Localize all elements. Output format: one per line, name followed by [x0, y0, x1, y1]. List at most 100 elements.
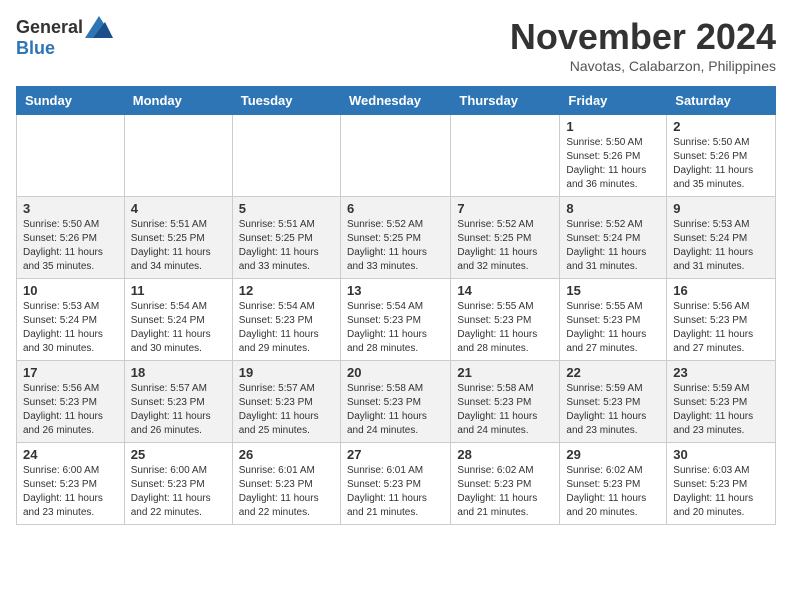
day-info: Sunrise: 6:02 AM Sunset: 5:23 PM Dayligh…: [457, 464, 553, 520]
day-info: Sunrise: 5:52 AM Sunset: 5:25 PM Dayligh…: [457, 218, 553, 274]
day-info: Sunrise: 5:55 AM Sunset: 5:23 PM Dayligh…: [566, 300, 660, 356]
calendar-cell: 17 Sunrise: 5:56 AM Sunset: 5:23 PM Dayli…: [17, 361, 125, 443]
calendar-cell: 19 Sunrise: 5:57 AM Sunset: 5:23 PM Dayli…: [232, 361, 340, 443]
weekday-thursday: Thursday: [451, 87, 560, 115]
day-number: 14: [457, 283, 553, 298]
calendar-cell: 18Sunrise: 5:57 AM Sunset: 5:23 PM Dayli…: [124, 361, 232, 443]
day-info: Sunrise: 6:03 AM Sunset: 5:23 PM Dayligh…: [673, 464, 769, 520]
day-number: 27: [347, 447, 444, 462]
logo-general-text: General: [16, 17, 83, 38]
day-number: 4: [131, 201, 226, 216]
calendar-cell: 27 Sunrise: 6:01 AM Sunset: 5:23 PM Dayli…: [340, 443, 450, 525]
calendar-cell: [124, 115, 232, 197]
day-number: 28: [457, 447, 553, 462]
day-info: Sunrise: 5:50 AM Sunset: 5:26 PM Dayligh…: [566, 136, 660, 192]
day-info: Sunrise: 5:50 AM Sunset: 5:26 PM Dayligh…: [23, 218, 118, 274]
calendar-cell: 7 Sunrise: 5:52 AM Sunset: 5:25 PM Daylig…: [451, 197, 560, 279]
calendar-cell: 10 Sunrise: 5:53 AM Sunset: 5:24 PM Dayli…: [17, 279, 125, 361]
calendar-cell: 4 Sunrise: 5:51 AM Sunset: 5:25 PM Daylig…: [124, 197, 232, 279]
weekday-header-row: SundayMondayTuesdayWednesdayThursdayFrid…: [17, 87, 776, 115]
calendar-cell: 1 Sunrise: 5:50 AM Sunset: 5:26 PM Daylig…: [560, 115, 667, 197]
day-info: Sunrise: 6:01 AM Sunset: 5:23 PM Dayligh…: [239, 464, 334, 520]
day-info: Sunrise: 5:54 AM Sunset: 5:24 PM Dayligh…: [131, 300, 226, 356]
day-info: Sunrise: 6:00 AM Sunset: 5:23 PM Dayligh…: [131, 464, 226, 520]
day-number: 13: [347, 283, 444, 298]
day-number: 24: [23, 447, 118, 462]
calendar-table: SundayMondayTuesdayWednesdayThursdayFrid…: [16, 86, 776, 525]
day-number: 17: [23, 365, 118, 380]
day-info: Sunrise: 5:58 AM Sunset: 5:23 PM Dayligh…: [457, 382, 553, 438]
day-number: 8: [566, 201, 660, 216]
day-number: 11: [131, 283, 226, 298]
logo-blue-text: Blue: [16, 38, 55, 59]
day-info: Sunrise: 5:50 AM Sunset: 5:26 PM Dayligh…: [673, 136, 769, 192]
calendar-cell: [340, 115, 450, 197]
day-number: 19: [239, 365, 334, 380]
calendar-cell: 24 Sunrise: 6:00 AM Sunset: 5:23 PM Dayli…: [17, 443, 125, 525]
day-number: 7: [457, 201, 553, 216]
calendar-cell: 12 Sunrise: 5:54 AM Sunset: 5:23 PM Dayli…: [232, 279, 340, 361]
day-number: 15: [566, 283, 660, 298]
day-info: Sunrise: 6:02 AM Sunset: 5:23 PM Dayligh…: [566, 464, 660, 520]
calendar-cell: 30Sunrise: 6:03 AM Sunset: 5:23 PM Dayli…: [667, 443, 776, 525]
calendar-body: 1 Sunrise: 5:50 AM Sunset: 5:26 PM Daylig…: [17, 115, 776, 525]
title-block: November 2024 Navotas, Calabarzon, Phili…: [510, 16, 776, 74]
day-info: Sunrise: 5:54 AM Sunset: 5:23 PM Dayligh…: [347, 300, 444, 356]
day-info: Sunrise: 5:51 AM Sunset: 5:25 PM Dayligh…: [131, 218, 226, 274]
day-number: 22: [566, 365, 660, 380]
day-info: Sunrise: 5:56 AM Sunset: 5:23 PM Dayligh…: [23, 382, 118, 438]
day-number: 2: [673, 119, 769, 134]
day-number: 3: [23, 201, 118, 216]
calendar-cell: 21Sunrise: 5:58 AM Sunset: 5:23 PM Dayli…: [451, 361, 560, 443]
calendar-week-5: 24 Sunrise: 6:00 AM Sunset: 5:23 PM Dayli…: [17, 443, 776, 525]
weekday-monday: Monday: [124, 87, 232, 115]
day-info: Sunrise: 5:53 AM Sunset: 5:24 PM Dayligh…: [673, 218, 769, 274]
calendar-week-1: 1 Sunrise: 5:50 AM Sunset: 5:26 PM Daylig…: [17, 115, 776, 197]
day-info: Sunrise: 5:59 AM Sunset: 5:23 PM Dayligh…: [673, 382, 769, 438]
calendar-cell: 6 Sunrise: 5:52 AM Sunset: 5:25 PM Daylig…: [340, 197, 450, 279]
calendar-cell: 9 Sunrise: 5:53 AM Sunset: 5:24 PM Daylig…: [667, 197, 776, 279]
calendar-week-3: 10 Sunrise: 5:53 AM Sunset: 5:24 PM Dayli…: [17, 279, 776, 361]
calendar-cell: 3 Sunrise: 5:50 AM Sunset: 5:26 PM Daylig…: [17, 197, 125, 279]
month-title: November 2024: [510, 16, 776, 58]
day-number: 5: [239, 201, 334, 216]
calendar-cell: 28 Sunrise: 6:02 AM Sunset: 5:23 PM Dayli…: [451, 443, 560, 525]
calendar-week-2: 3 Sunrise: 5:50 AM Sunset: 5:26 PM Daylig…: [17, 197, 776, 279]
calendar-header: SundayMondayTuesdayWednesdayThursdayFrid…: [17, 87, 776, 115]
day-number: 9: [673, 201, 769, 216]
day-info: Sunrise: 5:52 AM Sunset: 5:25 PM Dayligh…: [347, 218, 444, 274]
day-number: 25: [131, 447, 226, 462]
weekday-wednesday: Wednesday: [340, 87, 450, 115]
calendar-cell: 26 Sunrise: 6:01 AM Sunset: 5:23 PM Dayli…: [232, 443, 340, 525]
day-number: 26: [239, 447, 334, 462]
day-info: Sunrise: 6:01 AM Sunset: 5:23 PM Dayligh…: [347, 464, 444, 520]
weekday-friday: Friday: [560, 87, 667, 115]
calendar-cell: 2 Sunrise: 5:50 AM Sunset: 5:26 PM Daylig…: [667, 115, 776, 197]
calendar-cell: [17, 115, 125, 197]
weekday-saturday: Saturday: [667, 87, 776, 115]
day-number: 18: [131, 365, 226, 380]
calendar-cell: 16Sunrise: 5:56 AM Sunset: 5:23 PM Dayli…: [667, 279, 776, 361]
day-number: 6: [347, 201, 444, 216]
calendar-cell: 15 Sunrise: 5:55 AM Sunset: 5:23 PM Dayli…: [560, 279, 667, 361]
calendar-cell: 8 Sunrise: 5:52 AM Sunset: 5:24 PM Daylig…: [560, 197, 667, 279]
weekday-tuesday: Tuesday: [232, 87, 340, 115]
day-number: 12: [239, 283, 334, 298]
day-info: Sunrise: 6:00 AM Sunset: 5:23 PM Dayligh…: [23, 464, 118, 520]
day-number: 29: [566, 447, 660, 462]
day-number: 20: [347, 365, 444, 380]
day-info: Sunrise: 5:54 AM Sunset: 5:23 PM Dayligh…: [239, 300, 334, 356]
calendar-cell: [451, 115, 560, 197]
calendar-cell: 5Sunrise: 5:51 AM Sunset: 5:25 PM Daylig…: [232, 197, 340, 279]
logo: General Blue: [16, 16, 113, 59]
day-number: 1: [566, 119, 660, 134]
calendar-cell: 23 Sunrise: 5:59 AM Sunset: 5:23 PM Dayli…: [667, 361, 776, 443]
day-number: 23: [673, 365, 769, 380]
day-info: Sunrise: 5:57 AM Sunset: 5:23 PM Dayligh…: [239, 382, 334, 438]
logo-icon: [85, 16, 113, 38]
day-info: Sunrise: 5:52 AM Sunset: 5:24 PM Dayligh…: [566, 218, 660, 274]
day-info: Sunrise: 5:53 AM Sunset: 5:24 PM Dayligh…: [23, 300, 118, 356]
day-number: 10: [23, 283, 118, 298]
calendar-cell: 13 Sunrise: 5:54 AM Sunset: 5:23 PM Dayli…: [340, 279, 450, 361]
calendar-cell: [232, 115, 340, 197]
